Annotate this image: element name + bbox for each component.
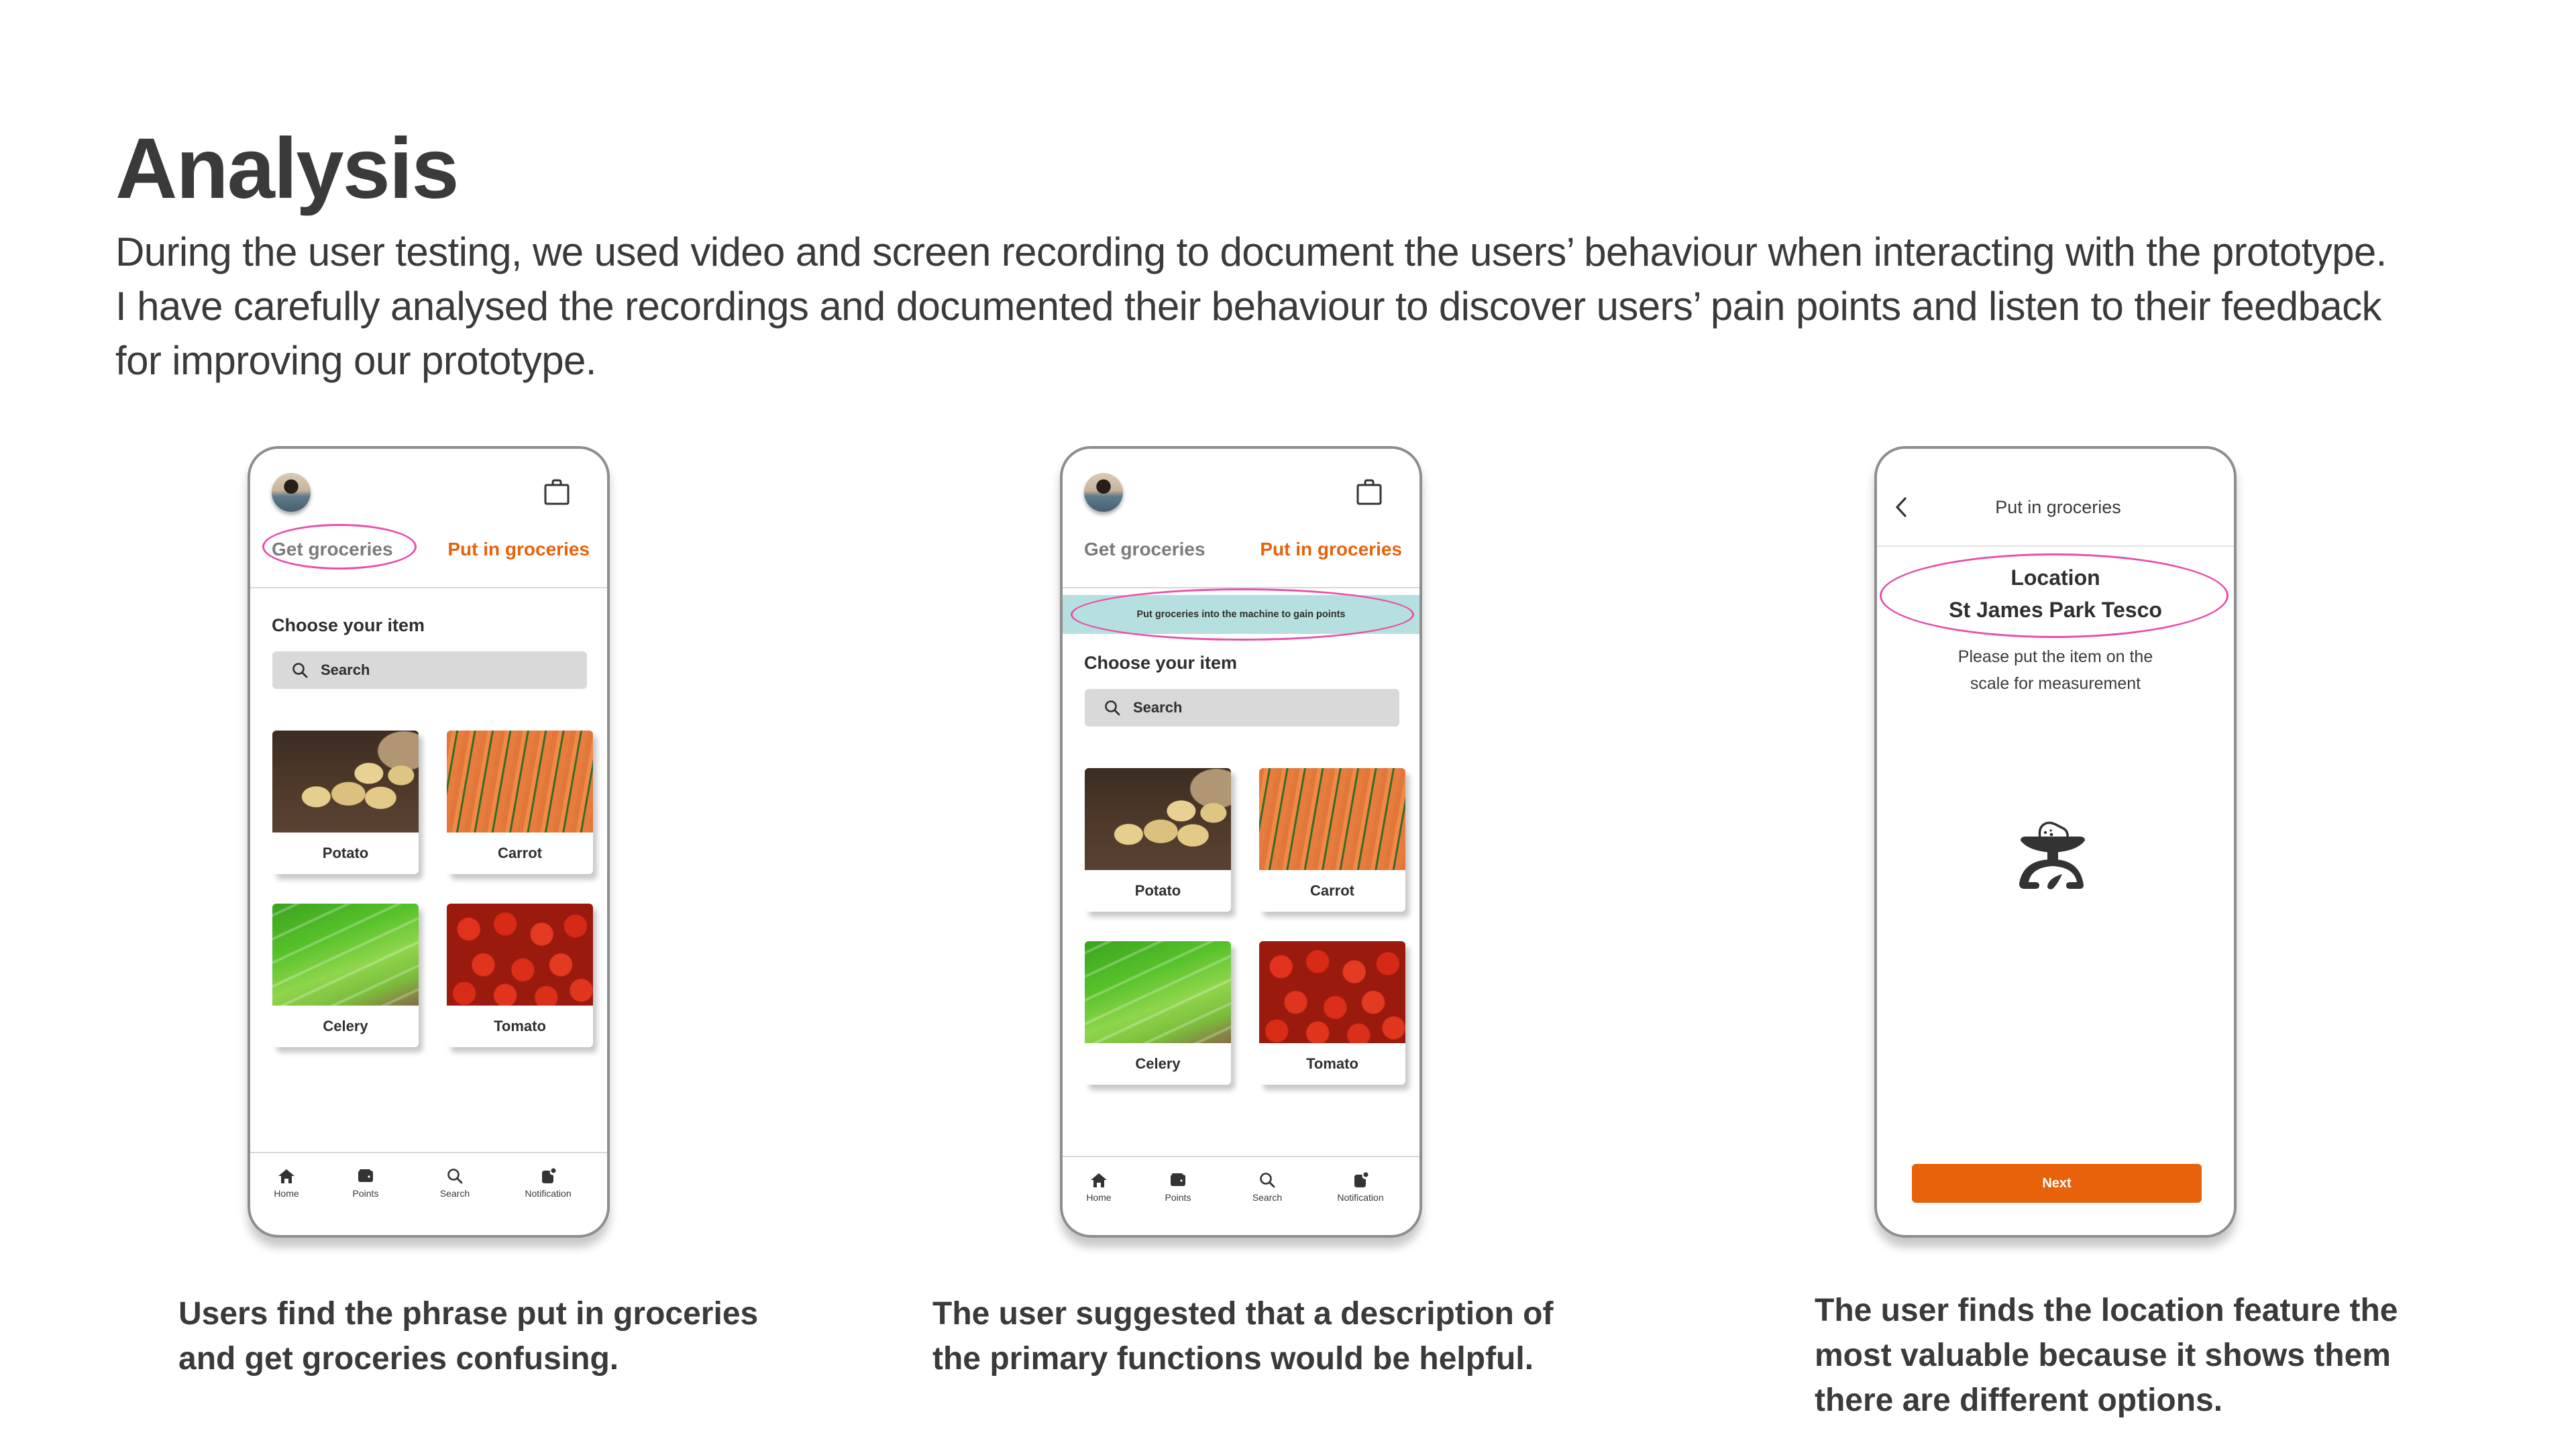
search-icon — [1260, 1173, 1275, 1188]
item-card-tomato[interactable]: Tomato — [1259, 941, 1405, 1085]
search-input[interactable]: Search — [272, 651, 587, 689]
carrot-image — [447, 731, 593, 833]
item-card-potato[interactable]: Potato — [1085, 768, 1231, 912]
location-block: Location St James Park Tesco — [1877, 553, 2234, 638]
nav-label: Search — [1252, 1192, 1283, 1203]
section-heading: Choose your item — [1084, 653, 1238, 673]
item-card-potato[interactable]: Potato — [272, 731, 419, 874]
shopping-bag-icon[interactable] — [1356, 478, 1382, 505]
nav-label: Search — [439, 1188, 470, 1199]
item-label: Celery — [1135, 1055, 1181, 1072]
kitchen-scale-icon — [2019, 821, 2085, 890]
tab-get-groceries[interactable]: Get groceries — [272, 539, 393, 560]
nav-notification[interactable]: Notification — [1320, 1171, 1401, 1203]
description-banner: Put groceries into the machine to gain p… — [1063, 588, 1419, 641]
item-label: Potato — [1134, 882, 1181, 899]
nav-points[interactable]: Points — [1138, 1171, 1218, 1203]
notification-icon — [1354, 1172, 1368, 1187]
caption-line: Users find the phrase put in groceries — [178, 1296, 759, 1332]
nav-home[interactable]: Home — [250, 1167, 327, 1199]
intro-line: for improving our prototype. — [115, 338, 596, 383]
nav-home[interactable]: Home — [1063, 1171, 1139, 1203]
caption-finding-3: The user finds the location feature the … — [1815, 1288, 2485, 1423]
tab-bar: Get groceries Put in groceries — [1063, 529, 1419, 588]
instruction-text: Please put the item on the scale for mea… — [1904, 643, 2207, 697]
caption-line: there are different options. — [1815, 1383, 2223, 1418]
nav-label: Points — [1165, 1192, 1191, 1203]
home-icon — [1091, 1173, 1107, 1187]
search-icon — [1105, 700, 1120, 716]
highlight-ellipse — [1071, 588, 1414, 641]
nav-label: Home — [1086, 1192, 1112, 1203]
item-card-celery[interactable]: Celery — [1085, 941, 1231, 1085]
nav-label: Home — [274, 1188, 299, 1199]
search-input[interactable]: Search — [1085, 689, 1399, 727]
home-icon — [278, 1169, 294, 1183]
intro-paragraph: During the user testing, we used video a… — [115, 225, 2557, 388]
instruction-line: Please put the item on the — [1957, 647, 2153, 666]
phone-mockup-get-groceries: Get groceries Put in groceries Choose yo… — [248, 446, 610, 1238]
search-icon — [447, 1169, 463, 1184]
section-heading: Choose your item — [272, 615, 425, 635]
bottom-nav: Home Points Search Notification — [1063, 1156, 1419, 1235]
tab-put-in-groceries[interactable]: Put in groceries — [1260, 539, 1402, 560]
item-label: Carrot — [1309, 882, 1354, 899]
nav-search[interactable]: Search — [1227, 1171, 1307, 1203]
carrot-image — [1259, 768, 1405, 870]
top-bar — [250, 473, 607, 513]
caption-line: The user suggested that a description of — [932, 1296, 1554, 1332]
phone-mockup-scale: Put in groceries Location St James Park … — [1874, 446, 2237, 1238]
intro-line: During the user testing, we used video a… — [115, 229, 2387, 274]
top-bar — [1063, 473, 1419, 513]
item-label: Carrot — [497, 845, 542, 861]
avatar[interactable] — [272, 473, 311, 512]
phone-mockup-put-in-groceries: Get groceries Put in groceries Put groce… — [1060, 446, 1422, 1238]
nav-points[interactable]: Points — [325, 1167, 406, 1199]
item-card-celery[interactable]: Celery — [272, 904, 419, 1047]
caption-line: The user finds the location feature the — [1815, 1293, 2398, 1328]
item-label: Potato — [322, 845, 369, 861]
shopping-bag-icon[interactable] — [544, 478, 570, 505]
notification-icon — [542, 1168, 556, 1183]
instruction-line: scale for measurement — [1970, 674, 2141, 693]
search-placeholder: Search — [1133, 699, 1183, 716]
wallet-icon — [1171, 1173, 1185, 1186]
caption-line: and get groceries confusing. — [178, 1341, 619, 1377]
search-icon — [292, 663, 308, 678]
item-card-carrot[interactable]: Carrot — [447, 731, 593, 874]
bottom-nav: Home Points Search Notification — [250, 1152, 607, 1235]
intro-line: I have carefully analysed the recordings… — [115, 284, 2382, 329]
page-title: Analysis — [115, 121, 459, 217]
item-card-tomato[interactable]: Tomato — [447, 904, 593, 1047]
item-label: Celery — [323, 1018, 368, 1034]
nav-label: Notification — [1337, 1192, 1384, 1203]
screen-header: Put in groceries — [1877, 449, 2234, 547]
wallet-icon — [358, 1169, 373, 1182]
search-placeholder: Search — [321, 661, 370, 678]
tab-bar: Get groceries Put in groceries — [250, 524, 607, 588]
caption-line: the primary functions would be helpful. — [932, 1341, 1534, 1377]
item-label: Tomato — [1306, 1055, 1358, 1072]
screen-title: Put in groceries — [1995, 497, 2121, 517]
caption-finding-2: The user suggested that a description of… — [932, 1291, 1603, 1381]
potato-image — [272, 731, 419, 833]
nav-label: Points — [352, 1188, 379, 1199]
tab-put-in-groceries[interactable]: Put in groceries — [447, 539, 590, 560]
nav-label: Notification — [525, 1188, 572, 1199]
item-card-carrot[interactable]: Carrot — [1259, 768, 1405, 912]
tab-get-groceries[interactable]: Get groceries — [1084, 539, 1205, 560]
nav-notification[interactable]: Notification — [508, 1167, 588, 1199]
tomato-image — [447, 904, 593, 1006]
avatar[interactable] — [1084, 473, 1123, 512]
potato-image — [1085, 768, 1231, 870]
tomato-image — [1259, 941, 1405, 1043]
celery-image — [1085, 941, 1231, 1043]
caption-finding-1: Users find the phrase put in groceries a… — [178, 1291, 849, 1381]
nav-search[interactable]: Search — [415, 1167, 495, 1199]
next-button[interactable]: Next — [1912, 1164, 2202, 1203]
highlight-ellipse — [1880, 553, 2229, 638]
caption-line: most valuable because it shows them — [1815, 1338, 2391, 1373]
celery-image — [272, 904, 419, 1006]
item-label: Tomato — [494, 1018, 546, 1034]
